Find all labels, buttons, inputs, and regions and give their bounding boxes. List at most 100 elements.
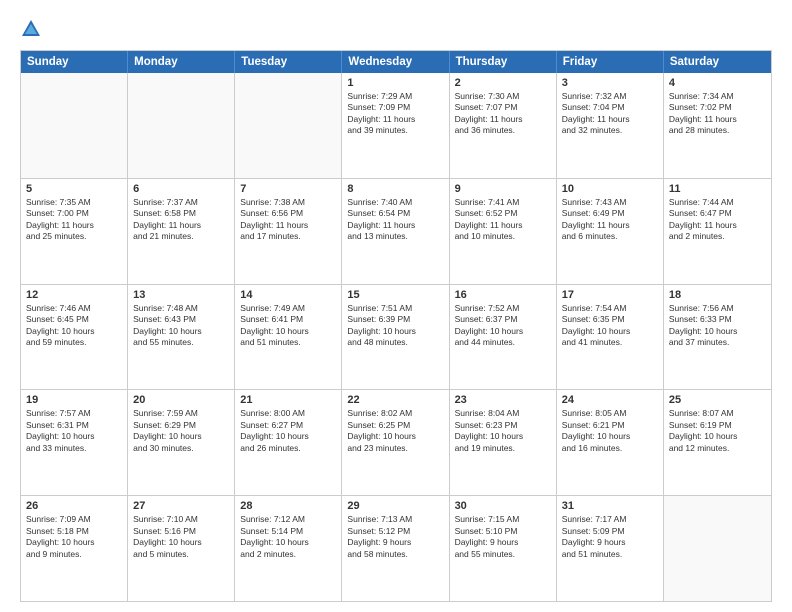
day-number: 3 [562,77,658,89]
day-number: 30 [455,500,551,512]
day-number: 2 [455,77,551,89]
day-cell-19: 19 Sunrise: 7:57 AM Sunset: 6:31 PM Dayli… [21,390,128,495]
day-info: Sunrise: 8:05 AM Sunset: 6:21 PM Dayligh… [562,408,658,454]
day-number: 22 [347,394,443,406]
day-cell-25: 25Sunrise: 8:07 AM Sunset: 6:19 PM Dayli… [664,390,771,495]
day-cell-9: 9 Sunrise: 7:41 AM Sunset: 6:52 PM Daylig… [450,179,557,284]
day-info: Sunrise: 7:10 AM Sunset: 5:16 PM Dayligh… [133,514,229,560]
day-number: 19 [26,394,122,406]
header-day-thursday: Thursday [450,51,557,73]
day-cell-26: 26 Sunrise: 7:09 AM Sunset: 5:18 PM Dayli… [21,496,128,601]
day-cell-6: 6 Sunrise: 7:37 AM Sunset: 6:58 PM Daylig… [128,179,235,284]
day-info: Sunrise: 7:51 AM Sunset: 6:39 PM Dayligh… [347,303,443,349]
empty-cell [235,73,342,178]
day-info: Sunrise: 7:17 AM Sunset: 5:09 PM Dayligh… [562,514,658,560]
day-cell-2: 2 Sunrise: 7:30 AM Sunset: 7:07 PM Daylig… [450,73,557,178]
day-cell-15: 15 Sunrise: 7:51 AM Sunset: 6:39 PM Dayli… [342,285,449,390]
day-number: 24 [562,394,658,406]
header-day-tuesday: Tuesday [235,51,342,73]
day-info: Sunrise: 7:40 AM Sunset: 6:54 PM Dayligh… [347,197,443,243]
day-number: 5 [26,183,122,195]
day-cell-10: 10 Sunrise: 7:43 AM Sunset: 6:49 PM Dayli… [557,179,664,284]
day-number: 4 [669,77,766,89]
header-day-wednesday: Wednesday [342,51,449,73]
day-info: Sunrise: 7:12 AM Sunset: 5:14 PM Dayligh… [240,514,336,560]
header-day-saturday: Saturday [664,51,771,73]
empty-cell [128,73,235,178]
day-number: 23 [455,394,551,406]
day-info: Sunrise: 7:30 AM Sunset: 7:07 PM Dayligh… [455,91,551,137]
day-cell-29: 29Sunrise: 7:13 AM Sunset: 5:12 PM Dayli… [342,496,449,601]
day-cell-1: 1 Sunrise: 7:29 AM Sunset: 7:09 PM Daylig… [342,73,449,178]
header-day-sunday: Sunday [21,51,128,73]
calendar-header: SundayMondayTuesdayWednesdayThursdayFrid… [21,51,771,73]
empty-cell [664,496,771,601]
day-number: 14 [240,289,336,301]
day-info: Sunrise: 7:44 AM Sunset: 6:47 PM Dayligh… [669,197,766,243]
day-cell-11: 11 Sunrise: 7:44 AM Sunset: 6:47 PM Dayli… [664,179,771,284]
day-info: Sunrise: 7:09 AM Sunset: 5:18 PM Dayligh… [26,514,122,560]
day-number: 26 [26,500,122,512]
day-info: Sunrise: 7:48 AM Sunset: 6:43 PM Dayligh… [133,303,229,349]
day-cell-24: 24 Sunrise: 8:05 AM Sunset: 6:21 PM Dayli… [557,390,664,495]
day-info: Sunrise: 7:37 AM Sunset: 6:58 PM Dayligh… [133,197,229,243]
day-cell-3: 3Sunrise: 7:32 AM Sunset: 7:04 PM Daylig… [557,73,664,178]
calendar-row-0: 1 Sunrise: 7:29 AM Sunset: 7:09 PM Daylig… [21,73,771,178]
header [20,18,772,42]
day-cell-8: 8Sunrise: 7:40 AM Sunset: 6:54 PM Daylig… [342,179,449,284]
day-info: Sunrise: 7:57 AM Sunset: 6:31 PM Dayligh… [26,408,122,454]
day-cell-28: 28 Sunrise: 7:12 AM Sunset: 5:14 PM Dayli… [235,496,342,601]
day-info: Sunrise: 7:52 AM Sunset: 6:37 PM Dayligh… [455,303,551,349]
day-info: Sunrise: 7:59 AM Sunset: 6:29 PM Dayligh… [133,408,229,454]
day-number: 13 [133,289,229,301]
day-info: Sunrise: 7:56 AM Sunset: 6:33 PM Dayligh… [669,303,766,349]
day-cell-12: 12 Sunrise: 7:46 AM Sunset: 6:45 PM Dayli… [21,285,128,390]
day-number: 10 [562,183,658,195]
day-number: 9 [455,183,551,195]
day-cell-14: 14 Sunrise: 7:49 AM Sunset: 6:41 PM Dayli… [235,285,342,390]
day-cell-23: 23Sunrise: 8:04 AM Sunset: 6:23 PM Dayli… [450,390,557,495]
empty-cell [21,73,128,178]
day-info: Sunrise: 7:43 AM Sunset: 6:49 PM Dayligh… [562,197,658,243]
day-number: 1 [347,77,443,89]
day-cell-22: 22 Sunrise: 8:02 AM Sunset: 6:25 PM Dayli… [342,390,449,495]
day-number: 15 [347,289,443,301]
day-info: Sunrise: 7:46 AM Sunset: 6:45 PM Dayligh… [26,303,122,349]
day-number: 12 [26,289,122,301]
day-number: 20 [133,394,229,406]
day-info: Sunrise: 7:41 AM Sunset: 6:52 PM Dayligh… [455,197,551,243]
page: SundayMondayTuesdayWednesdayThursdayFrid… [0,0,792,612]
day-info: Sunrise: 8:07 AM Sunset: 6:19 PM Dayligh… [669,408,766,454]
calendar: SundayMondayTuesdayWednesdayThursdayFrid… [20,50,772,602]
day-info: Sunrise: 7:15 AM Sunset: 5:10 PM Dayligh… [455,514,551,560]
day-number: 6 [133,183,229,195]
day-number: 11 [669,183,766,195]
day-cell-4: 4 Sunrise: 7:34 AM Sunset: 7:02 PM Daylig… [664,73,771,178]
day-cell-20: 20 Sunrise: 7:59 AM Sunset: 6:29 PM Dayli… [128,390,235,495]
day-info: Sunrise: 7:38 AM Sunset: 6:56 PM Dayligh… [240,197,336,243]
day-info: Sunrise: 7:34 AM Sunset: 7:02 PM Dayligh… [669,91,766,137]
day-number: 27 [133,500,229,512]
calendar-body: 1 Sunrise: 7:29 AM Sunset: 7:09 PM Daylig… [21,73,771,601]
day-number: 7 [240,183,336,195]
day-info: Sunrise: 8:00 AM Sunset: 6:27 PM Dayligh… [240,408,336,454]
day-cell-13: 13 Sunrise: 7:48 AM Sunset: 6:43 PM Dayli… [128,285,235,390]
day-number: 29 [347,500,443,512]
day-cell-31: 31 Sunrise: 7:17 AM Sunset: 5:09 PM Dayli… [557,496,664,601]
day-info: Sunrise: 7:54 AM Sunset: 6:35 PM Dayligh… [562,303,658,349]
day-number: 21 [240,394,336,406]
day-number: 31 [562,500,658,512]
day-info: Sunrise: 7:49 AM Sunset: 6:41 PM Dayligh… [240,303,336,349]
day-info: Sunrise: 8:02 AM Sunset: 6:25 PM Dayligh… [347,408,443,454]
calendar-row-3: 19 Sunrise: 7:57 AM Sunset: 6:31 PM Dayli… [21,389,771,495]
day-cell-30: 30 Sunrise: 7:15 AM Sunset: 5:10 PM Dayli… [450,496,557,601]
day-number: 28 [240,500,336,512]
calendar-row-1: 5 Sunrise: 7:35 AM Sunset: 7:00 PM Daylig… [21,178,771,284]
day-cell-21: 21 Sunrise: 8:00 AM Sunset: 6:27 PM Dayli… [235,390,342,495]
day-info: Sunrise: 7:29 AM Sunset: 7:09 PM Dayligh… [347,91,443,137]
day-info: Sunrise: 7:35 AM Sunset: 7:00 PM Dayligh… [26,197,122,243]
day-cell-16: 16Sunrise: 7:52 AM Sunset: 6:37 PM Dayli… [450,285,557,390]
header-day-monday: Monday [128,51,235,73]
day-cell-7: 7 Sunrise: 7:38 AM Sunset: 6:56 PM Daylig… [235,179,342,284]
calendar-row-2: 12 Sunrise: 7:46 AM Sunset: 6:45 PM Dayli… [21,284,771,390]
